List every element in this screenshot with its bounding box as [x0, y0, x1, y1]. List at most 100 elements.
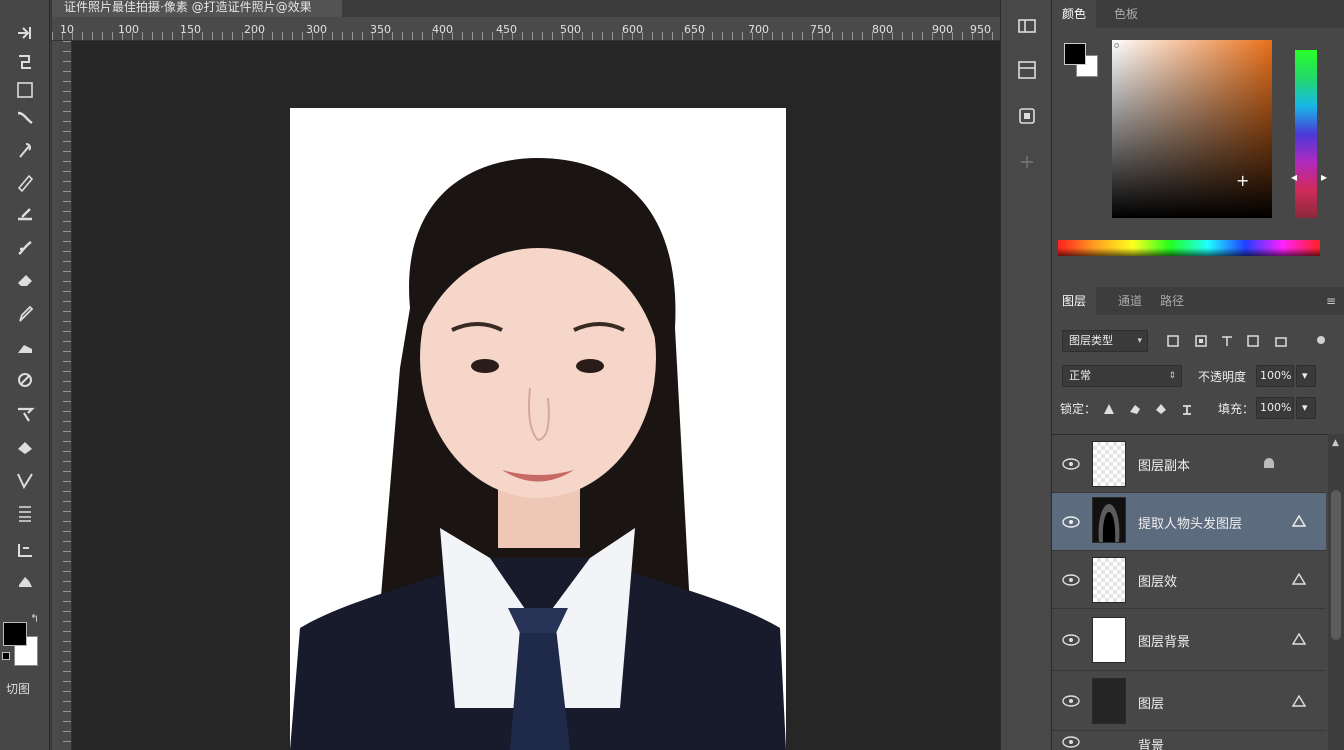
- filter-toggle[interactable]: [1306, 326, 1336, 354]
- scroll-up-icon[interactable]: ▲: [1332, 438, 1339, 448]
- layer-kind-filter[interactable]: 图层类型 ▾: [1062, 330, 1148, 352]
- ruler-ticks: [63, 41, 71, 750]
- fill-slider-button[interactable]: ▾: [1296, 397, 1316, 419]
- properties-icon[interactable]: [1013, 56, 1041, 84]
- lock-label: 锁定：: [1060, 402, 1097, 416]
- ruler-label: 650: [684, 23, 705, 36]
- ruler-label: 700: [748, 23, 769, 36]
- default-colors-icon[interactable]: [2, 652, 10, 660]
- eye-icon[interactable]: [1062, 695, 1080, 707]
- layer-row[interactable]: 背景: [1052, 731, 1326, 750]
- layer-row-selected[interactable]: 提取人物头发图层: [1052, 493, 1326, 551]
- ruler-label: 600: [622, 23, 643, 36]
- marquee-tool-icon[interactable]: [9, 76, 41, 104]
- vertical-ruler: [52, 41, 72, 750]
- hue-handle-right[interactable]: ▸: [1321, 170, 1327, 184]
- filter-type-icon[interactable]: [1220, 334, 1234, 348]
- history-icon[interactable]: [1013, 12, 1041, 40]
- tab-layers[interactable]: 图层: [1052, 287, 1097, 315]
- filter-adjust-icon[interactable]: [1194, 334, 1208, 348]
- libraries-icon[interactable]: [1013, 102, 1041, 130]
- photoshop-window: ↰ 切图 证件照片最佳拍摄·像素 @打造证件照片@效果 10 100 150 2…: [0, 0, 1344, 750]
- hand-tool-icon[interactable]: [9, 536, 41, 564]
- dodge-tool-icon[interactable]: [9, 334, 41, 362]
- path-select-icon[interactable]: [9, 434, 41, 462]
- layer-name: 提取人物头发图层: [1138, 517, 1243, 532]
- layer-row[interactable]: 图层: [1052, 671, 1326, 731]
- fill-input[interactable]: 100%: [1256, 397, 1294, 419]
- scroll-thumb[interactable]: [1331, 490, 1341, 640]
- warning-icon: [1292, 633, 1306, 645]
- foreground-color-swatch[interactable]: [3, 622, 27, 646]
- quick-mask-button[interactable]: 切图: [6, 680, 30, 697]
- layer-name: 图层副本: [1138, 459, 1191, 474]
- blend-mode-value: 正常: [1069, 369, 1091, 382]
- right-panels: 颜色 色板 + ◂ ▸ 图层 通道 路径 ≡ 图层类型 ▾ 正常 ⇕ 不透明度 …: [1052, 0, 1344, 750]
- saturation-value-picker[interactable]: +: [1112, 40, 1272, 218]
- move-tool-icon[interactable]: [9, 18, 41, 46]
- eraser-tool-icon[interactable]: [9, 266, 41, 294]
- lock-transparent-icon[interactable]: [1102, 402, 1116, 416]
- opacity-slider-button[interactable]: ▾: [1296, 365, 1316, 387]
- tab-color[interactable]: 颜色: [1052, 0, 1097, 28]
- layer-row[interactable]: 图层背景: [1052, 609, 1326, 671]
- bucket-tool-icon[interactable]: [9, 300, 41, 328]
- lasso-tool-icon[interactable]: [9, 48, 41, 76]
- chevron-updown-icon: ⇕: [1168, 371, 1176, 381]
- warning-icon: [1292, 515, 1306, 527]
- crop-tool-icon[interactable]: [9, 500, 41, 528]
- ruler-label: 200: [244, 23, 265, 36]
- swap-colors-icon[interactable]: ↰: [30, 612, 39, 625]
- ruler-label: 750: [810, 23, 831, 36]
- shape-tool-icon[interactable]: [9, 466, 41, 494]
- color-foreground-swatch[interactable]: [1064, 43, 1086, 65]
- tab-swatches[interactable]: 色板: [1104, 0, 1148, 28]
- lock-position-icon[interactable]: [1154, 402, 1168, 416]
- blend-mode-select[interactable]: 正常 ⇕: [1062, 365, 1182, 387]
- text-tool-icon[interactable]: [9, 400, 41, 428]
- ruler-label: 500: [560, 23, 581, 36]
- zoom-tool-icon[interactable]: [9, 568, 41, 596]
- layer-thumbnail: [1092, 678, 1126, 724]
- brush-tool-icon[interactable]: [9, 104, 41, 132]
- filter-smart-icon[interactable]: [1274, 334, 1288, 348]
- ruler-label: 150: [180, 23, 201, 36]
- lock-all-icon[interactable]: [1180, 402, 1194, 416]
- tab-paths[interactable]: 路径: [1150, 287, 1194, 315]
- eye-icon[interactable]: [1062, 574, 1080, 586]
- healing-tool-icon[interactable]: [9, 136, 41, 164]
- layers-scrollbar[interactable]: ▲: [1328, 434, 1344, 750]
- layer-row[interactable]: 图层副本: [1052, 435, 1326, 493]
- tools-toolbar: ↰ 切图: [0, 0, 50, 750]
- tab-channels[interactable]: 通道: [1108, 287, 1152, 315]
- history-brush-icon[interactable]: [9, 234, 41, 262]
- hue-handle-left[interactable]: ◂: [1291, 170, 1297, 184]
- pencil-tool-icon[interactable]: [9, 168, 41, 196]
- document-tab[interactable]: 证件照片最佳拍摄·像素 @打造证件照片@效果: [52, 0, 342, 17]
- filter-shape-icon[interactable]: [1246, 334, 1260, 348]
- panel-menu-icon[interactable]: ≡: [1326, 294, 1336, 308]
- ruler-label: 350: [370, 23, 391, 36]
- ruler-label: 100: [118, 23, 139, 36]
- opacity-input[interactable]: 100%: [1256, 365, 1294, 387]
- opacity-label: 不透明度: [1198, 370, 1247, 384]
- document-canvas[interactable]: [290, 108, 786, 750]
- eye-icon[interactable]: [1062, 516, 1080, 528]
- layer-row[interactable]: 图层效: [1052, 551, 1326, 609]
- clone-tool-icon[interactable]: [9, 200, 41, 228]
- ruler-label: 400: [432, 23, 453, 36]
- eye-icon[interactable]: [1062, 634, 1080, 646]
- hair-mask-preview: [1098, 504, 1120, 542]
- color-picker-cursor[interactable]: +: [1236, 173, 1249, 189]
- eye-icon[interactable]: [1062, 736, 1080, 748]
- pen-tool-icon[interactable]: [9, 366, 41, 394]
- color-spectrum-ramp[interactable]: [1058, 240, 1320, 256]
- layers-list: 图层副本 提取人物头发图层 图层效 图层背景 图层 背景: [1052, 434, 1344, 750]
- horizontal-ruler: 10 100 150 200 300 350 400 450 500 600 6…: [52, 17, 1000, 41]
- filter-pixel-icon[interactable]: [1166, 334, 1180, 348]
- lock-image-icon[interactable]: [1128, 402, 1142, 416]
- eye-icon[interactable]: [1062, 458, 1080, 470]
- panel-dock: [1000, 0, 1052, 750]
- adjustments-icon[interactable]: [1013, 148, 1041, 176]
- hue-slider[interactable]: ◂ ▸: [1291, 50, 1327, 218]
